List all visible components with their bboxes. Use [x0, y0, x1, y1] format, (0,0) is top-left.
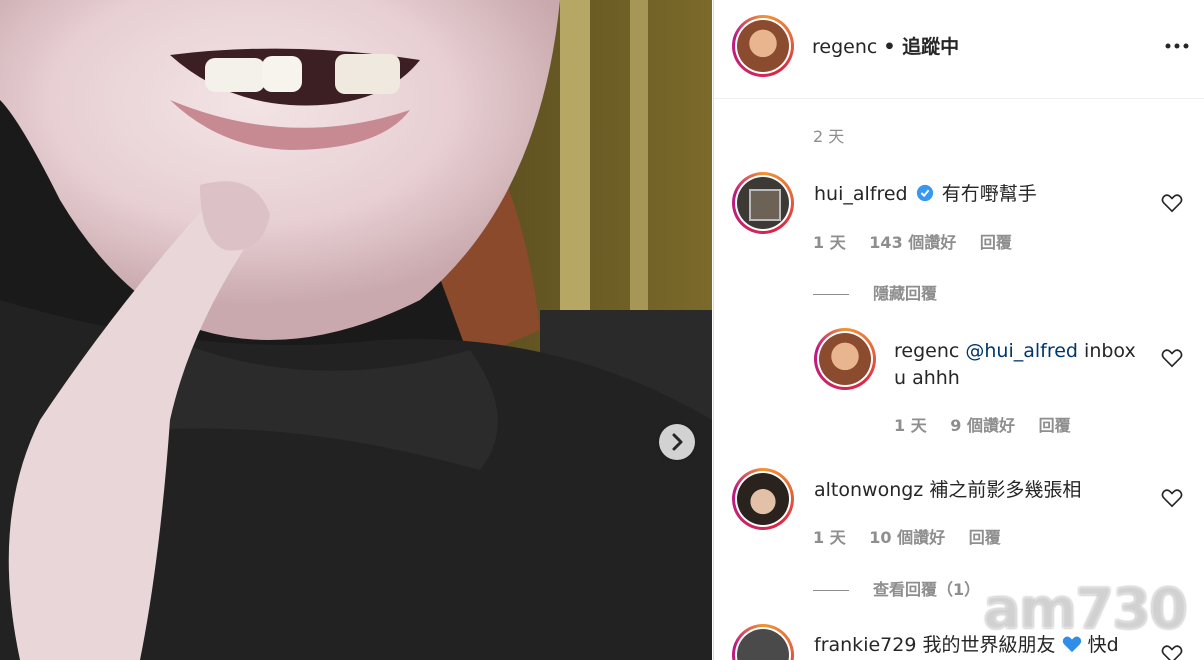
comments-panel: regenc • 追蹤中 2 天 hui_alfred 有冇嘢幫手 1 天 14: [713, 0, 1204, 660]
verified-badge-icon: [916, 184, 933, 202]
author-avatar[interactable]: [732, 15, 794, 77]
comment-likes[interactable]: 143 個讚好: [869, 233, 956, 252]
chevron-right-icon: [672, 433, 683, 451]
author-username[interactable]: regenc: [812, 36, 877, 58]
reply-avatar[interactable]: [814, 328, 876, 390]
reply-button[interactable]: 回覆: [1039, 416, 1071, 435]
post-timestamp: 2 天: [813, 127, 845, 146]
commenter-avatar[interactable]: [732, 624, 794, 660]
reply-mention[interactable]: @hui_alfred: [965, 340, 1078, 362]
reply-button[interactable]: 回覆: [969, 528, 1001, 547]
post-image: [0, 0, 712, 660]
comment-text: 補之前影多幾張相: [929, 479, 1082, 501]
reply-text: inbox: [1078, 340, 1136, 362]
comment-likes[interactable]: 10 個讚好: [869, 528, 945, 547]
comment-time: 1 天: [813, 233, 846, 252]
post-header: regenc • 追蹤中: [714, 0, 1204, 99]
reply-likes[interactable]: 9 個讚好: [950, 416, 1015, 435]
comment-username[interactable]: hui_alfred: [814, 183, 908, 205]
heart-icon[interactable]: [1161, 193, 1183, 213]
heart-icon[interactable]: [1161, 644, 1183, 660]
comment-username[interactable]: frankie729: [814, 634, 916, 656]
post-photo: [0, 0, 712, 660]
reply-button[interactable]: 回覆: [980, 233, 1012, 252]
reply-text-line2: u ahhh: [894, 367, 960, 389]
view-replies-toggle[interactable]: 查看回覆（1）: [813, 576, 998, 600]
comment-username[interactable]: altonwongz: [814, 479, 923, 501]
comment-text: 有冇嘢幫手: [941, 183, 1037, 205]
comment-time: 1 天: [813, 528, 846, 547]
heart-icon[interactable]: [1161, 348, 1183, 368]
reply-username[interactable]: regenc: [894, 340, 959, 362]
more-options-icon[interactable]: [1165, 40, 1189, 52]
commenter-avatar[interactable]: [732, 172, 794, 234]
follow-status[interactable]: • 追蹤中: [883, 36, 959, 58]
commenter-avatar[interactable]: [732, 468, 794, 530]
next-photo-button[interactable]: [659, 424, 695, 460]
reply-time: 1 天: [894, 416, 927, 435]
am730-watermark: am730: [982, 577, 1188, 642]
hide-replies-toggle[interactable]: 隱藏回覆: [813, 280, 955, 304]
heart-icon[interactable]: [1161, 488, 1183, 508]
